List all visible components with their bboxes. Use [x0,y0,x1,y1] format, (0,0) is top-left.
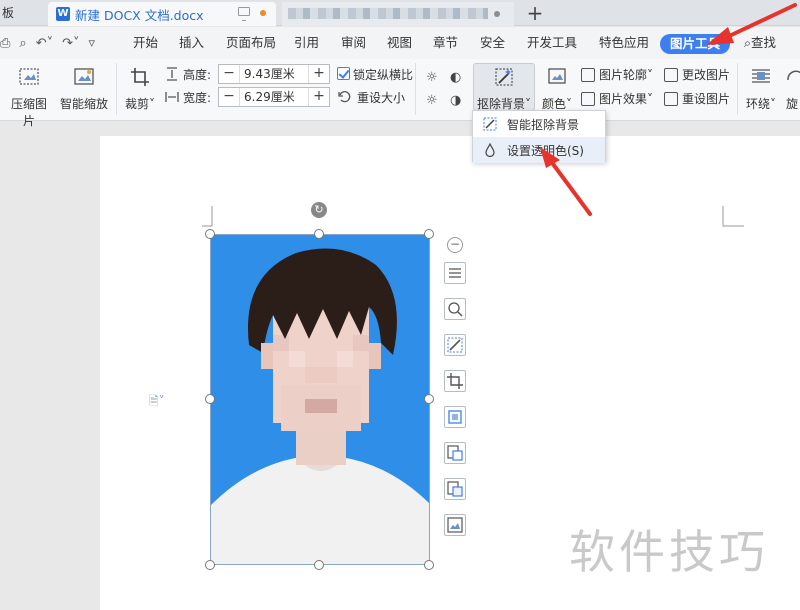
arrow-to-picture-tools [706,3,797,45]
annotation-arrows [540,3,797,216]
arrow-to-set-transparent [540,147,592,216]
